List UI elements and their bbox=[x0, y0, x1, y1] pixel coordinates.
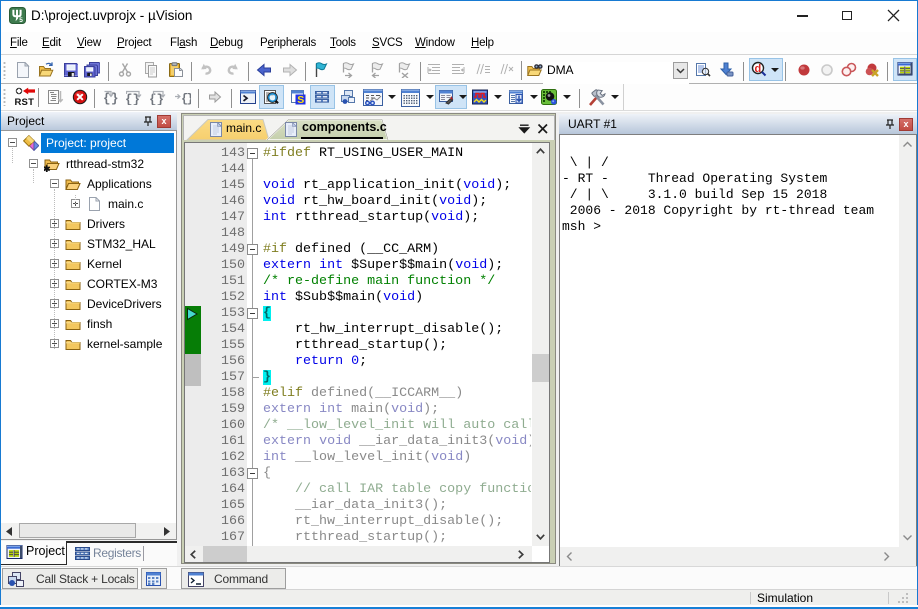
svg-text:d: d bbox=[755, 63, 762, 75]
svg-text:5: 5 bbox=[19, 17, 23, 24]
svg-text:✱: ✱ bbox=[44, 164, 51, 172]
svg-text:S: S bbox=[297, 94, 304, 105]
svg-text:RST: RST bbox=[15, 97, 35, 106]
svg-text:}: } bbox=[187, 92, 192, 105]
svg-text:}: } bbox=[111, 92, 119, 105]
